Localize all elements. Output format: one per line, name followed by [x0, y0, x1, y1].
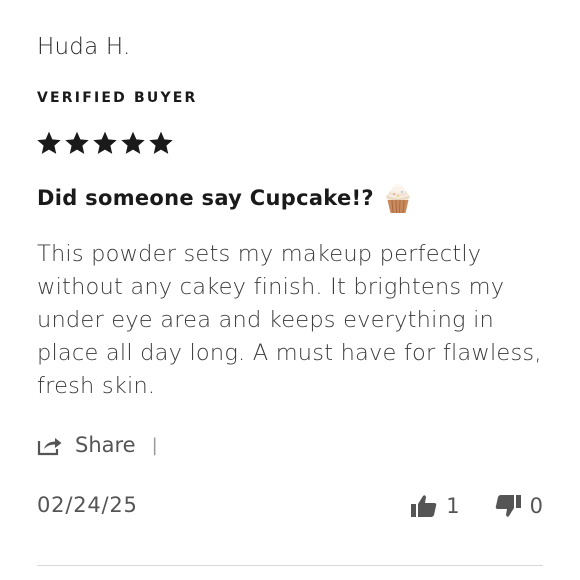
- star-icon: [121, 131, 145, 154]
- share-icon: [37, 438, 62, 456]
- star-icon: [65, 131, 89, 154]
- thumbs-up-icon: [411, 495, 437, 517]
- star-icon: [149, 131, 173, 154]
- helpful-count: 1: [446, 494, 460, 518]
- thumbs-down-icon: [495, 495, 521, 517]
- cupcake-icon: [385, 183, 410, 214]
- share-button[interactable]: Share |: [37, 433, 158, 457]
- share-label: Share: [75, 433, 136, 457]
- star-rating: [36, 130, 174, 160]
- star-icon: [93, 131, 117, 154]
- reviewer-name: Huda H.: [37, 34, 131, 60]
- divider: [37, 565, 543, 566]
- review-body: This powder sets my makeup perfectly wit…: [37, 241, 542, 399]
- star-icon: [37, 131, 61, 154]
- separator: |: [151, 434, 158, 456]
- helpful-vote-button[interactable]: 1: [410, 494, 460, 518]
- vote-controls: 1 0: [410, 494, 543, 518]
- review-card: Huda H. VERIFIED BUYER Did someone say C…: [0, 0, 580, 580]
- review-date: 02/24/25: [37, 493, 138, 517]
- unhelpful-vote-button[interactable]: 0: [494, 494, 543, 518]
- review-title: Did someone say Cupcake!?: [37, 182, 412, 214]
- verified-buyer-badge: VERIFIED BUYER: [37, 90, 198, 106]
- unhelpful-count: 0: [529, 494, 543, 518]
- review-title-text: Did someone say Cupcake!?: [37, 186, 374, 210]
